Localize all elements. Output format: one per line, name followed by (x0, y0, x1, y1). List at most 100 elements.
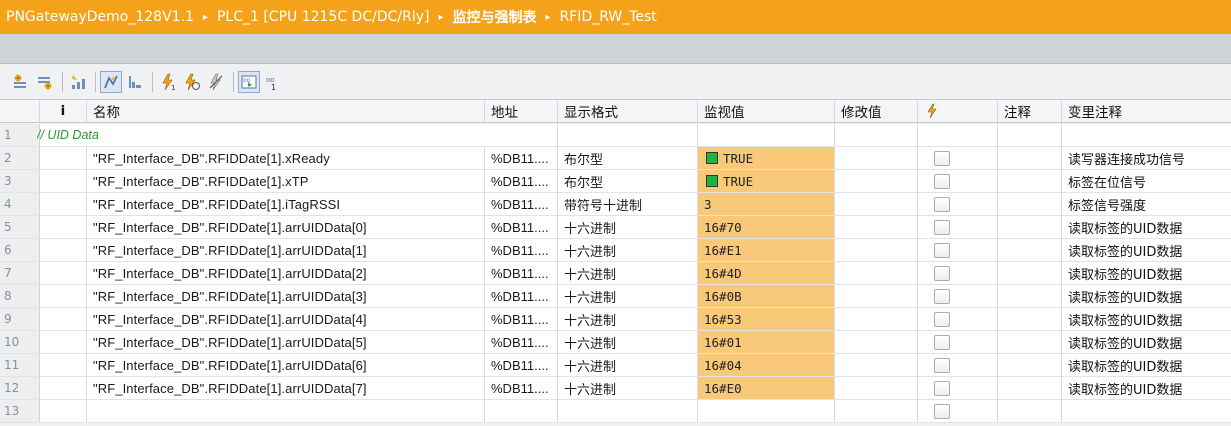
tag-address[interactable]: %DB11.... (485, 239, 558, 261)
add-row-icon[interactable] (34, 71, 56, 93)
table-row[interactable]: 2 "RF_Interface_DB".RFIDDate[1].xReady %DB… (0, 147, 1231, 170)
breadcrumb-plc[interactable]: PLC_1 [CPU 1215C DC/DC/Rly] (217, 9, 430, 25)
header-modify-value[interactable]: 修改值 (835, 100, 918, 122)
tag-address[interactable]: %DB11.... (485, 285, 558, 307)
display-format[interactable]: 十六进制 (558, 216, 698, 238)
table-row[interactable]: 13 (0, 400, 1231, 423)
tag-address[interactable]: %DB11.... (485, 377, 558, 399)
monitor-once-icon[interactable] (124, 71, 146, 93)
modify-value[interactable] (835, 377, 918, 399)
comment[interactable] (998, 400, 1062, 422)
header-monitor-value[interactable]: 监视值 (698, 100, 835, 122)
modify-value[interactable] (835, 262, 918, 284)
breadcrumb-table[interactable]: RFID_RW_Test (560, 9, 657, 25)
display-format[interactable] (558, 124, 698, 146)
table-row[interactable]: 12 "RF_Interface_DB".RFIDDate[1].arrUIDDa… (0, 377, 1231, 400)
modify-trigger-icon[interactable] (181, 71, 203, 93)
tag-name[interactable]: "RF_Interface_DB".RFIDDate[1].arrUIDData… (87, 377, 485, 399)
modify-value[interactable] (835, 124, 918, 146)
header-modify-flag[interactable] (918, 100, 998, 122)
header-tag-comment[interactable]: 变里注释 (1062, 100, 1231, 122)
header-name[interactable]: 名称 (87, 100, 485, 122)
tag-name[interactable]: "RF_Interface_DB".RFIDDate[1].arrUIDData… (87, 285, 485, 307)
tag-name[interactable]: "RF_Interface_DB".RFIDDate[1].xReady (87, 147, 485, 169)
comment[interactable] (998, 239, 1062, 261)
tag-address[interactable]: %DB11.... (485, 170, 558, 192)
modify-checkbox[interactable] (934, 219, 950, 235)
tag-name[interactable]: "RF_Interface_DB".RFIDDate[1].arrUIDData… (87, 308, 485, 330)
tag-address[interactable]: %DB11.... (485, 216, 558, 238)
display-format[interactable]: 十六进制 (558, 239, 698, 261)
tag-address[interactable]: %DB11.... (485, 147, 558, 169)
modify-value[interactable] (835, 170, 918, 192)
display-format[interactable]: 十六进制 (558, 262, 698, 284)
table-row[interactable]: 10 "RF_Interface_DB".RFIDDate[1].arrUIDDa… (0, 331, 1231, 354)
group-comment[interactable]: // UID Data (37, 128, 99, 142)
modify-checkbox[interactable] (934, 150, 950, 166)
tag-address[interactable] (485, 124, 558, 146)
breadcrumb-folder[interactable]: 监控与强制表 (453, 7, 537, 27)
tag-address[interactable]: %DB11.... (485, 193, 558, 215)
breadcrumb-project[interactable]: PNGatewayDemo_128V1.1 (6, 9, 194, 25)
tag-address[interactable]: %DB11.... (485, 331, 558, 353)
header-comment[interactable]: 注释 (998, 100, 1062, 122)
table-row[interactable]: 1// UID Data (0, 124, 1231, 147)
modify-value[interactable] (835, 216, 918, 238)
table-row[interactable]: 6 "RF_Interface_DB".RFIDDate[1].arrUIDDat… (0, 239, 1231, 262)
comment[interactable] (998, 354, 1062, 376)
modify-value[interactable] (835, 354, 918, 376)
tag-name[interactable]: "RF_Interface_DB".RFIDDate[1].arrUIDData… (87, 354, 485, 376)
header-display-format[interactable]: 显示格式 (558, 100, 698, 122)
modify-checkbox[interactable] (934, 196, 950, 212)
show-advanced-columns-icon[interactable]: oo 1 (262, 71, 284, 93)
enable-peripheral-icon[interactable] (205, 71, 227, 93)
comment[interactable] (998, 147, 1062, 169)
tag-name[interactable]: "RF_Interface_DB".RFIDDate[1].iTagRSSI (87, 193, 485, 215)
table-row[interactable]: 9 "RF_Interface_DB".RFIDDate[1].arrUIDDat… (0, 308, 1231, 331)
comment[interactable] (998, 308, 1062, 330)
tag-name[interactable] (87, 400, 485, 422)
table-row[interactable]: 8 "RF_Interface_DB".RFIDDate[1].arrUIDDat… (0, 285, 1231, 308)
table-row[interactable]: 4 "RF_Interface_DB".RFIDDate[1].iTagRSSI%… (0, 193, 1231, 216)
display-format[interactable]: 带符号十进制 (558, 193, 698, 215)
comment[interactable] (998, 216, 1062, 238)
modify-checkbox[interactable] (934, 173, 950, 189)
comment[interactable] (998, 377, 1062, 399)
insert-row-icon[interactable] (10, 71, 32, 93)
tag-address[interactable]: %DB11.... (485, 354, 558, 376)
header-info[interactable]: i (40, 100, 87, 122)
tag-name[interactable]: "RF_Interface_DB".RFIDDate[1].arrUIDData… (87, 331, 485, 353)
table-row[interactable]: 5 "RF_Interface_DB".RFIDDate[1].arrUIDDat… (0, 216, 1231, 239)
tag-name[interactable]: "RF_Interface_DB".RFIDDate[1].xTP (87, 170, 485, 192)
tag-address[interactable] (485, 400, 558, 422)
modify-now-icon[interactable]: 1 (157, 71, 179, 93)
tag-name[interactable]: "RF_Interface_DB".RFIDDate[1].arrUIDData… (87, 239, 485, 261)
display-format[interactable]: 十六进制 (558, 331, 698, 353)
tag-address[interactable]: %DB11.... (485, 308, 558, 330)
modify-value[interactable] (835, 308, 918, 330)
modify-checkbox[interactable] (934, 334, 950, 350)
modify-checkbox[interactable] (934, 311, 950, 327)
comment[interactable] (998, 262, 1062, 284)
monitor-all-icon[interactable] (100, 70, 122, 93)
comment[interactable] (998, 285, 1062, 307)
comment[interactable] (998, 331, 1062, 353)
tag-name[interactable]: "RF_Interface_DB".RFIDDate[1].arrUIDData… (87, 262, 485, 284)
modify-value[interactable] (835, 147, 918, 169)
pause-icon[interactable] (67, 71, 89, 93)
modify-checkbox[interactable] (934, 380, 950, 396)
modify-value[interactable] (835, 400, 918, 422)
table-row[interactable]: 3 "RF_Interface_DB".RFIDDate[1].xTP %DB11.… (0, 170, 1231, 193)
modify-value[interactable] (835, 193, 918, 215)
table-row[interactable]: 11 "RF_Interface_DB".RFIDDate[1].arrUIDDa… (0, 354, 1231, 377)
comment[interactable] (998, 193, 1062, 215)
display-format[interactable]: 十六进制 (558, 285, 698, 307)
modify-checkbox[interactable] (934, 403, 950, 419)
modify-value[interactable] (835, 239, 918, 261)
header-address[interactable]: 地址 (485, 100, 558, 122)
table-row[interactable]: 7 "RF_Interface_DB".RFIDDate[1].arrUIDDat… (0, 262, 1231, 285)
comment[interactable] (998, 170, 1062, 192)
display-format[interactable]: 十六进制 (558, 354, 698, 376)
modify-value[interactable] (835, 331, 918, 353)
display-format[interactable] (558, 400, 698, 422)
